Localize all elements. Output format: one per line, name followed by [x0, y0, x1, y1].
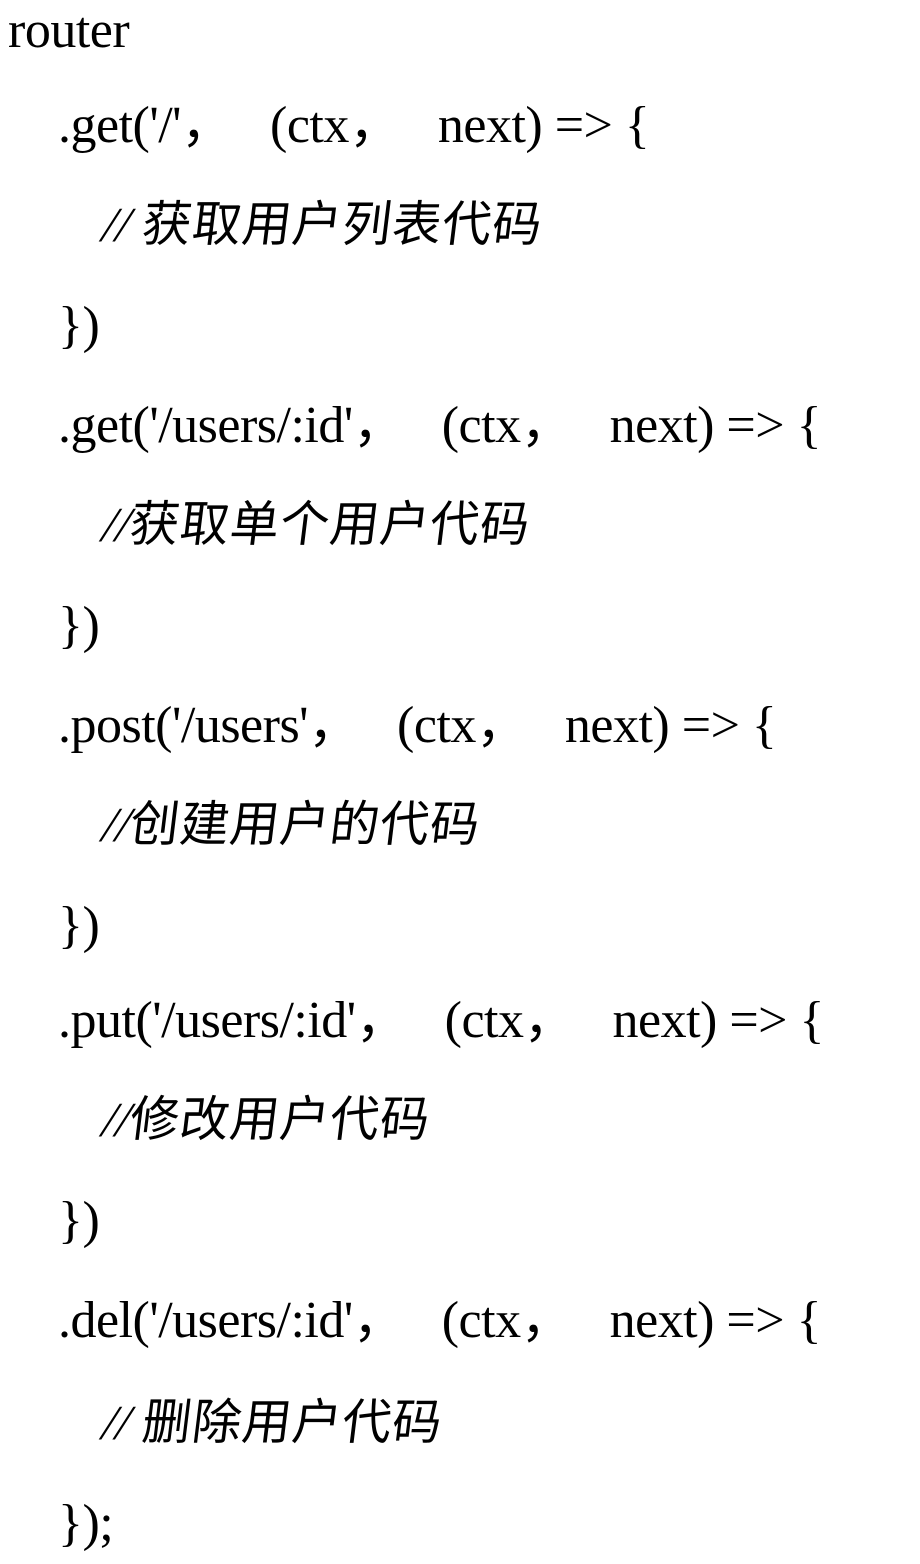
- code-line-close-4: }): [58, 1192, 100, 1249]
- comment-text: 获取用户列表代码: [138, 196, 547, 253]
- comment-text: 修改用户代码: [126, 1091, 434, 1148]
- code-snippet-page: router .get('/'， (ctx， next) => { // 获取用…: [0, 0, 920, 1564]
- comment-line-update: //修改用户代码: [100, 1091, 434, 1148]
- comment-text: 删除用户代码: [138, 1394, 447, 1451]
- code-line-del-id: .del('/users/:id'， (ctx， next) => {: [58, 1292, 822, 1349]
- code-line-close-3: }): [58, 897, 100, 954]
- code-line-get-root: .get('/'， (ctx， next) => {: [58, 97, 650, 154]
- comment-line-create: //创建用户的代码: [100, 796, 484, 853]
- comment-line-get-single: //获取单个用户代码: [100, 496, 534, 553]
- comment-text: 获取单个用户代码: [126, 496, 534, 553]
- code-line-put-id: .put('/users/:id'， (ctx， next) => {: [58, 992, 824, 1049]
- code-line-post-users: .post('/users'， (ctx， next) => {: [58, 697, 777, 754]
- code-line-close-2: }): [58, 597, 100, 654]
- comment-text: 创建用户的代码: [126, 796, 484, 853]
- comment-line-delete: // 删除用户代码: [100, 1394, 446, 1451]
- code-line-get-id: .get('/users/:id'， (ctx， next) => {: [58, 397, 822, 454]
- comment-line-get-list: // 获取用户列表代码: [100, 196, 546, 253]
- code-line-router: router: [8, 2, 130, 59]
- code-line-close-1: }): [58, 297, 100, 354]
- code-line-close-final: });: [58, 1495, 114, 1552]
